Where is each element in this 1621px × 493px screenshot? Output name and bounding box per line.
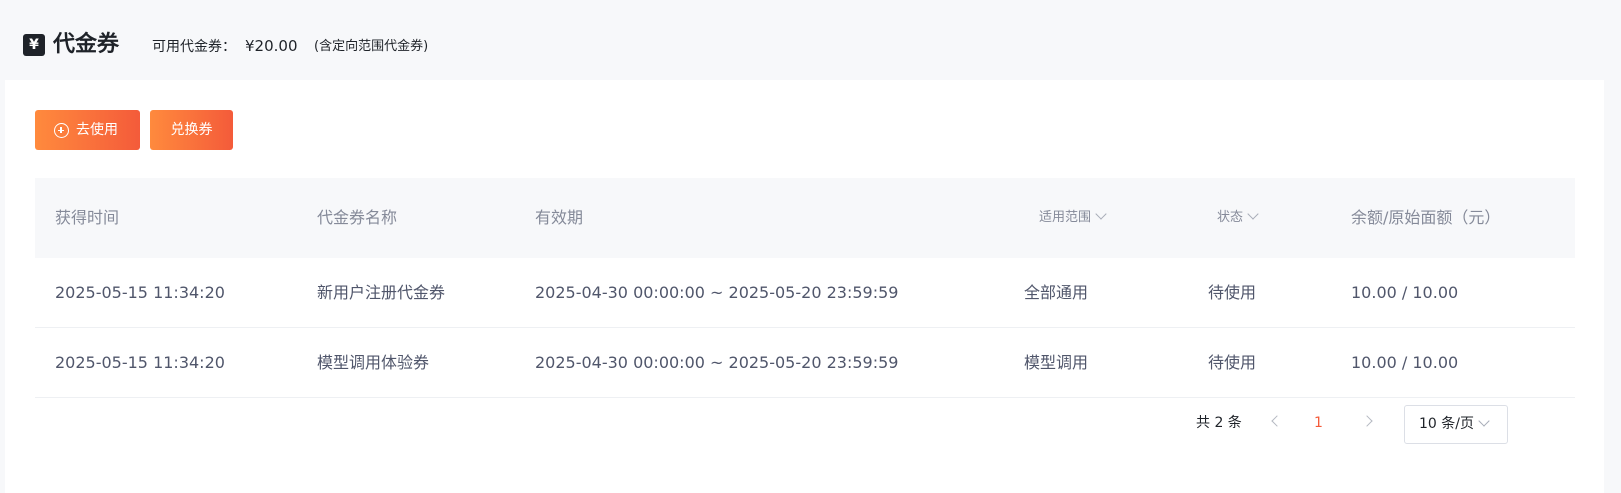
table-row: 2025-05-15 11:34:20 模型调用体验券 2025-04-30 0…	[35, 328, 1575, 398]
cell-scope: 全部通用	[1024, 283, 1089, 302]
cell-acquired-time: 2025-05-15 11:34:20	[55, 353, 225, 372]
pagination-page-current[interactable]: 1	[1314, 403, 1323, 443]
column-validity: 有效期	[535, 208, 584, 227]
cell-balance: 10.00 / 10.00	[1351, 283, 1459, 302]
redeem-coupon-button[interactable]: 兑换券	[150, 110, 233, 150]
balance-note: (含定向范围代金券)	[314, 39, 429, 54]
column-scope-filter[interactable]: 适用范围	[1039, 178, 1107, 258]
column-acquired-time: 获得时间	[55, 208, 120, 227]
coupon-card: 去使用 兑换券 获得时间 代金券名称 有效期 适用范围 状态 余额/原始面额（元…	[5, 80, 1604, 493]
chevron-left-icon[interactable]	[1271, 415, 1283, 427]
cell-status: 待使用	[1208, 353, 1257, 372]
pagination-total: 共 2 条	[1196, 415, 1242, 431]
pagination: 共 2 条 1 10 条/页	[5, 403, 1604, 444]
column-status-filter[interactable]: 状态	[1217, 178, 1259, 258]
chevron-right-icon[interactable]	[1361, 415, 1373, 427]
page-header: ¥ 代金券 可用代金券： ¥20.00 (含定向范围代金券)	[0, 0, 1621, 80]
cell-validity: 2025-04-30 00:00:00 ~ 2025-05-20 23:59:5…	[535, 283, 899, 302]
cell-validity: 2025-04-30 00:00:00 ~ 2025-05-20 23:59:5…	[535, 353, 899, 372]
column-coupon-name: 代金券名称	[317, 208, 398, 227]
table-row: 2025-05-15 11:34:20 新用户注册代金券 2025-04-30 …	[35, 258, 1575, 328]
column-scope-label: 适用范围	[1039, 210, 1092, 225]
plus-circle-icon	[54, 123, 69, 138]
cell-coupon-name: 新用户注册代金券	[317, 283, 446, 302]
cell-status: 待使用	[1208, 283, 1257, 302]
page-size-value: 10 条/页	[1419, 416, 1474, 432]
use-coupon-label: 去使用	[76, 122, 118, 138]
column-status-label: 状态	[1217, 210, 1244, 225]
available-balance-value: ¥20.00	[245, 37, 298, 55]
cell-coupon-name: 模型调用体验券	[317, 353, 430, 372]
cell-balance: 10.00 / 10.00	[1351, 353, 1459, 372]
coupon-table: 获得时间 代金券名称 有效期 适用范围 状态 余额/原始面额（元） 2025-0…	[35, 178, 1575, 398]
page-title: 代金券	[53, 32, 120, 57]
cell-acquired-time: 2025-05-15 11:34:20	[55, 283, 225, 302]
yen-icon: ¥	[23, 34, 45, 56]
cell-scope: 模型调用	[1024, 353, 1089, 372]
chevron-down-icon	[1478, 415, 1490, 427]
chevron-down-icon	[1095, 208, 1107, 220]
table-header: 获得时间 代金券名称 有效期 适用范围 状态 余额/原始面额（元）	[35, 178, 1575, 258]
chevron-down-icon	[1247, 208, 1259, 220]
use-coupon-button[interactable]: 去使用	[35, 110, 140, 150]
available-balance-label: 可用代金券：	[152, 39, 236, 55]
page-size-select[interactable]: 10 条/页	[1404, 405, 1508, 444]
column-balance: 余额/原始面额（元）	[1351, 208, 1501, 227]
